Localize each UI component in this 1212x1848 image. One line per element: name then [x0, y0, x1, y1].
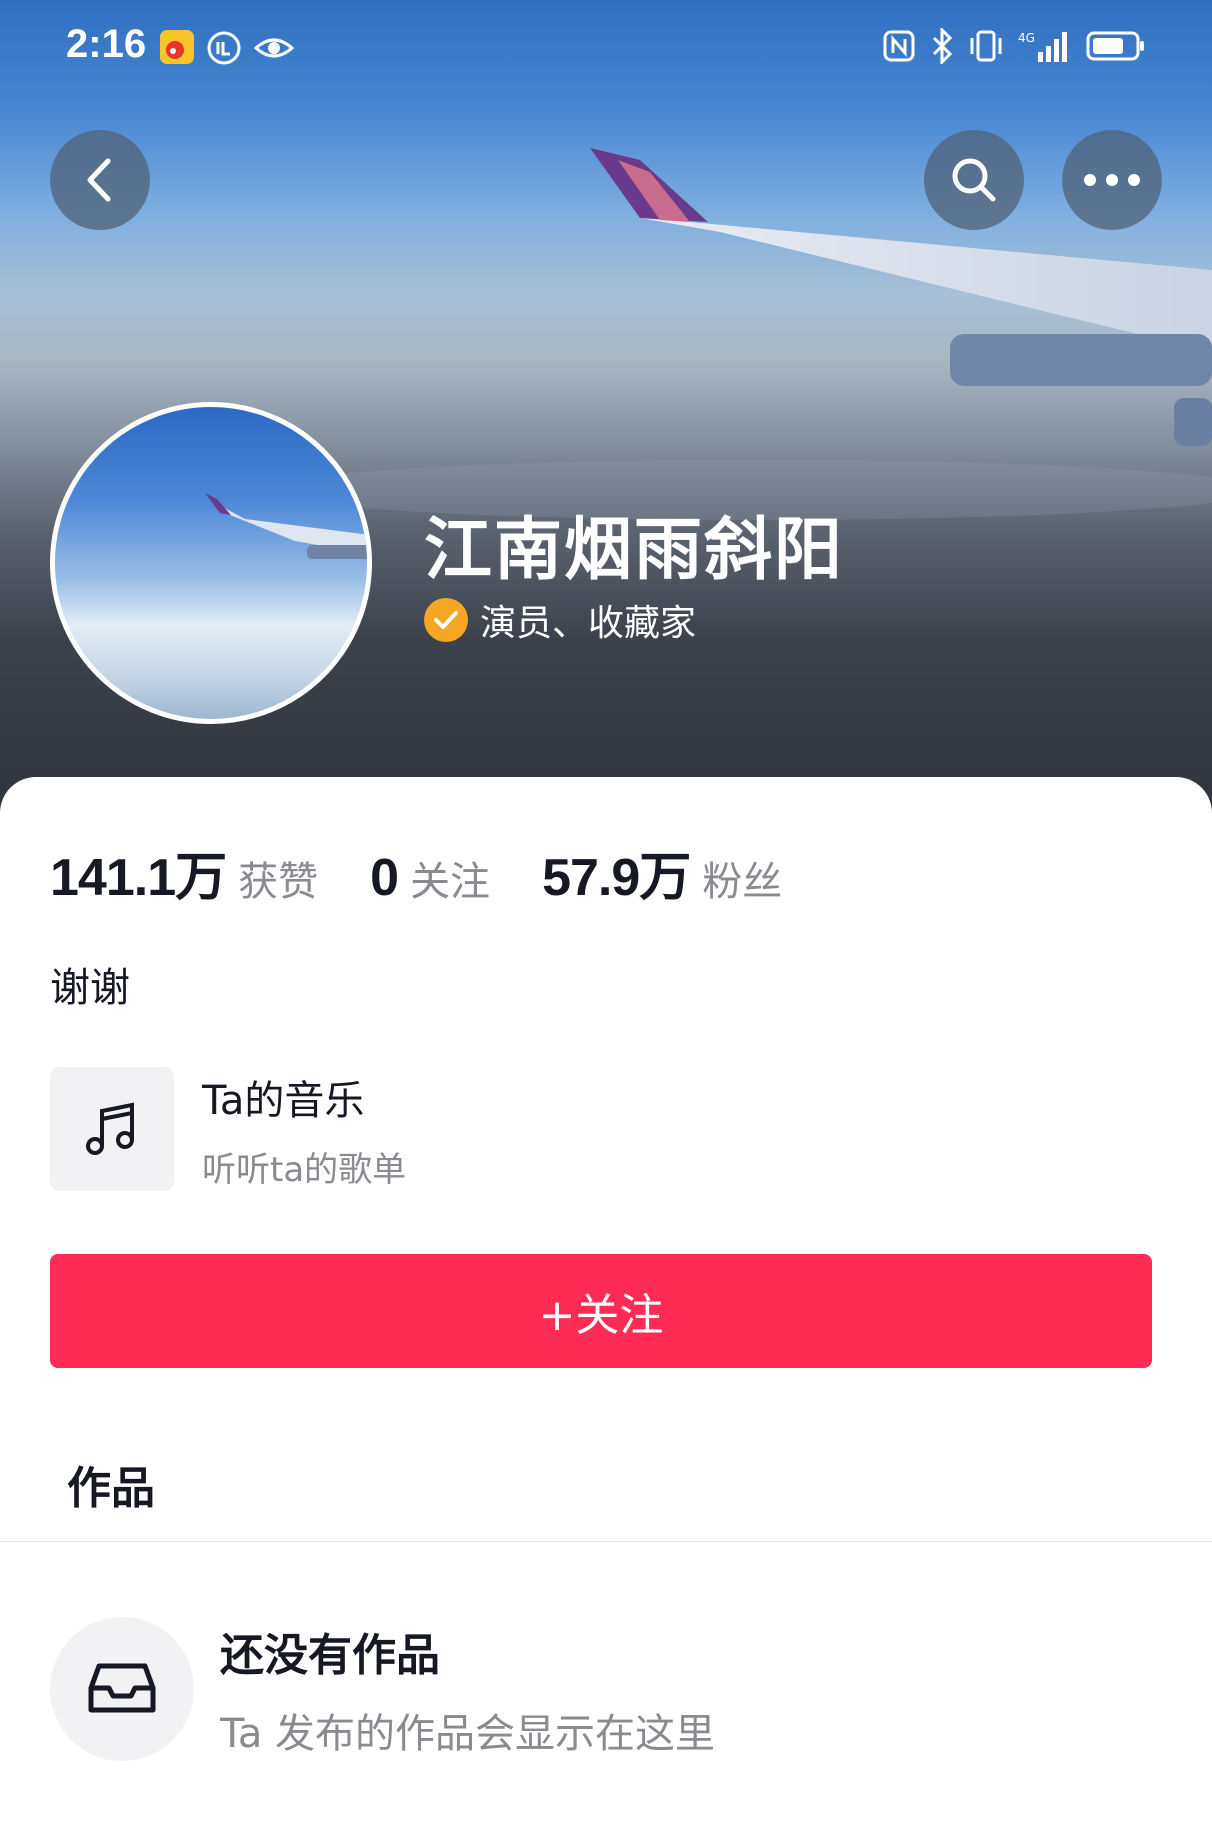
empty-subtitle: Ta 发布的作品会显示在这里	[220, 1711, 716, 1757]
back-button[interactable]	[50, 130, 150, 230]
search-button[interactable]	[924, 130, 1024, 230]
follow-button[interactable]: +关注	[50, 1254, 1152, 1368]
status-time: 2:16	[66, 22, 147, 66]
empty-title: 还没有作品	[220, 1630, 440, 1681]
inbox-tray-icon	[88, 1663, 156, 1713]
avatar-wing-image	[205, 493, 367, 559]
stats-row: 141.1万 获赞 0 关注 57.9万 粉丝	[50, 835, 834, 910]
verified-check-icon	[424, 598, 468, 642]
empty-icon-circle	[50, 1617, 194, 1761]
profile-sheet: 141.1万 获赞 0 关注 57.9万 粉丝 谢谢 Ta的音乐 听听ta的歌单…	[0, 777, 1212, 1848]
likes-count: 141.1万	[50, 849, 227, 907]
battery-icon	[1086, 29, 1146, 67]
followers-label[interactable]: 粉丝	[702, 849, 782, 907]
music-subtitle: 听听ta的歌单	[202, 1149, 407, 1190]
profile-name: 江南烟雨斜阳	[424, 511, 845, 590]
music-note-icon	[86, 1102, 134, 1155]
profile-cover: 2:16 4G 江南烟雨斜阳 演员、收藏家	[0, 0, 1212, 820]
tab-divider	[0, 1541, 1212, 1542]
chevron-left-icon	[87, 158, 111, 202]
music-thumbnail	[50, 1067, 174, 1191]
empty-works-state: 还没有作品 Ta 发布的作品会显示在这里	[50, 1617, 715, 1761]
followers-count[interactable]: 57.9万	[542, 835, 691, 910]
likes-label: 获赞	[238, 859, 319, 905]
verified-label: 演员、收藏家	[480, 603, 697, 644]
avatar[interactable]	[50, 402, 372, 724]
following-label[interactable]: 关注	[410, 849, 490, 907]
signal-4g-icon: 4G	[1018, 28, 1072, 68]
profile-bio: 谢谢	[50, 965, 130, 1011]
eye-icon	[253, 30, 295, 70]
svg-text:4G: 4G	[1018, 31, 1035, 45]
search-icon	[952, 158, 996, 202]
more-button[interactable]	[1062, 130, 1162, 230]
more-dots-icon	[1084, 174, 1140, 186]
status-bar: 2:16 4G	[0, 0, 1212, 100]
tab-works[interactable]: 作品	[67, 1452, 155, 1516]
vibrate-icon	[968, 28, 1004, 68]
following-count[interactable]: 0	[370, 848, 399, 908]
verified-badge: 演员、收藏家	[424, 594, 696, 646]
app-badge-icon	[206, 30, 242, 70]
music-title: Ta的音乐	[202, 1077, 365, 1124]
nfc-icon	[882, 29, 916, 67]
bluetooth-icon	[930, 26, 954, 68]
music-entry[interactable]: Ta的音乐 听听ta的歌单	[50, 1067, 406, 1191]
weibo-icon	[160, 30, 194, 64]
